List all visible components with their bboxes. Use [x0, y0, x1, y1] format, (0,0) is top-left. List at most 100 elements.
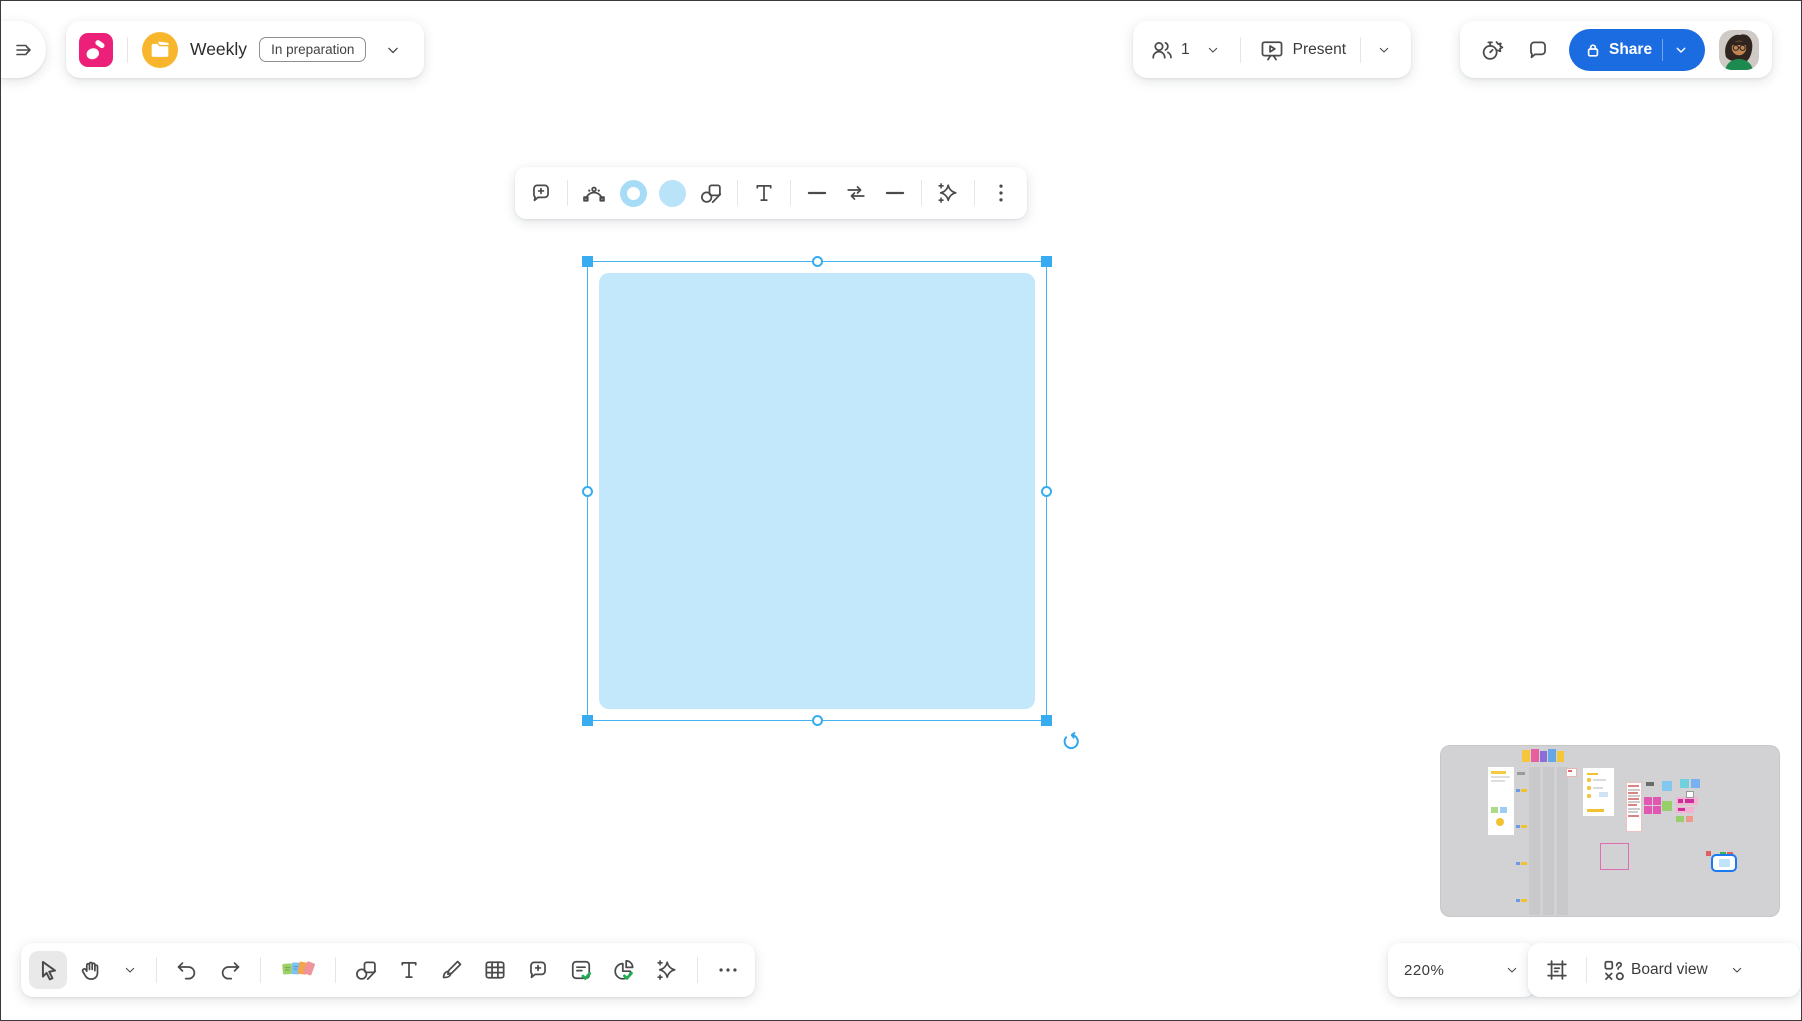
zoom-control[interactable]: 220% — [1388, 943, 1536, 997]
user-avatar[interactable] — [1719, 30, 1759, 70]
minimap-shape — [1644, 806, 1652, 814]
tool-options-button[interactable] — [115, 951, 145, 989]
draw-tool-button[interactable] — [433, 951, 471, 989]
minimap-shape — [1531, 749, 1539, 762]
minimap-shape — [1653, 797, 1661, 805]
view-menu-button[interactable] — [1722, 951, 1752, 989]
app-logo-icon[interactable] — [79, 33, 113, 67]
text-icon — [396, 957, 422, 983]
timer-icon — [1479, 37, 1505, 63]
more-options-button[interactable] — [982, 174, 1020, 212]
more-tools-button[interactable] — [709, 951, 747, 989]
resize-handle-n[interactable] — [812, 256, 823, 267]
view-switcher: Board view — [1528, 943, 1800, 997]
resize-handle-ne[interactable] — [1041, 256, 1052, 267]
share-button[interactable]: Share — [1569, 29, 1705, 71]
minimap-shape — [1522, 750, 1530, 762]
minimap-shape — [1516, 899, 1520, 902]
minimap-shape — [1517, 772, 1525, 775]
frames-button[interactable] — [1538, 951, 1576, 989]
board-view-button[interactable]: Board view — [1597, 951, 1718, 989]
chevron-down-icon — [1729, 962, 1745, 978]
change-shape-button[interactable] — [692, 174, 730, 212]
chevron-down-icon — [1673, 42, 1689, 58]
minimap-shape — [1587, 773, 1598, 775]
minimap-shape — [1540, 751, 1547, 762]
magic-tool-button[interactable] — [648, 951, 686, 989]
present-options-button[interactable] — [1369, 31, 1399, 69]
resize-handle-se[interactable] — [1041, 715, 1052, 726]
toolbar-divider — [790, 180, 791, 206]
border-weight-button[interactable] — [798, 174, 836, 212]
shapes-tool-button[interactable] — [347, 951, 385, 989]
status-badge[interactable]: In preparation — [259, 37, 366, 62]
border-color-button[interactable] — [614, 174, 652, 212]
text-tool-button[interactable] — [390, 951, 428, 989]
lock-icon — [1585, 42, 1601, 58]
resize-handle-w[interactable] — [582, 486, 593, 497]
board-view-label: Board view — [1631, 961, 1708, 979]
tools-toolbar — [21, 943, 755, 997]
text-button[interactable] — [745, 174, 783, 212]
collaborators-menu-button[interactable] — [1198, 31, 1228, 69]
hand-tool-button[interactable] — [72, 951, 110, 989]
minimap-shape — [1628, 815, 1639, 817]
minimap-shape — [1516, 862, 1520, 865]
charts-tool-button[interactable] — [605, 951, 643, 989]
minimap-shape — [1587, 809, 1604, 812]
swap-arrows-icon — [843, 180, 869, 206]
toolbar-divider — [335, 957, 336, 983]
fill-color-swatch — [659, 180, 686, 207]
minimap-shape — [1678, 808, 1685, 811]
toolbar-divider — [567, 180, 568, 206]
project-folder-icon[interactable] — [142, 32, 178, 68]
selected-square-shape[interactable] — [599, 273, 1035, 709]
kebab-menu-icon — [988, 180, 1014, 206]
line-style-button[interactable] — [876, 174, 914, 212]
document-title[interactable]: Weekly — [190, 39, 247, 60]
resize-handle-e[interactable] — [1041, 486, 1052, 497]
notes-tool-button[interactable] — [562, 951, 600, 989]
collaborators-button[interactable]: 1 — [1145, 31, 1196, 69]
document-menu-button[interactable] — [378, 31, 408, 69]
select-tool-button[interactable] — [29, 951, 67, 989]
redo-button[interactable] — [211, 951, 249, 989]
table-tool-button[interactable] — [476, 951, 514, 989]
arrow-type-button[interactable] — [837, 174, 875, 212]
ellipsis-icon — [715, 957, 741, 983]
sticky-notes-button[interactable] — [272, 951, 324, 989]
minimap[interactable] — [1440, 745, 1780, 917]
add-comment-button[interactable] — [522, 174, 560, 212]
edit-points-button[interactable] — [575, 174, 613, 212]
toolbar-divider — [1240, 37, 1241, 63]
sparkle-icon — [935, 180, 961, 206]
comments-button[interactable] — [1519, 31, 1557, 69]
minimap-shape — [1557, 767, 1568, 915]
share-options-button[interactable] — [1663, 42, 1699, 58]
document-header: Weekly In preparation — [66, 21, 424, 78]
resize-handle-nw[interactable] — [582, 256, 593, 267]
present-button[interactable]: Present — [1253, 31, 1352, 69]
minimap-shape — [1628, 795, 1640, 797]
add-comment-tool-button[interactable] — [519, 951, 557, 989]
minimap-shape — [1646, 782, 1654, 786]
minimap-shape — [1599, 792, 1608, 797]
minimap-shape — [1548, 749, 1556, 762]
rotate-handle[interactable] — [1060, 730, 1082, 752]
minimap-shape — [1521, 825, 1527, 828]
minimap-shape — [1521, 789, 1527, 792]
timer-button[interactable] — [1473, 31, 1511, 69]
magic-button[interactable] — [929, 174, 967, 212]
chevron-down-icon — [383, 40, 403, 60]
minimap-shape — [1587, 786, 1591, 790]
undo-button[interactable] — [168, 951, 206, 989]
minimap-shape — [1653, 806, 1661, 814]
minimap-shape — [1491, 780, 1505, 782]
rotate-icon — [1060, 730, 1082, 752]
minimap-viewport[interactable] — [1711, 854, 1737, 872]
brush-icon — [439, 957, 465, 983]
resize-handle-s[interactable] — [812, 715, 823, 726]
resize-handle-sw[interactable] — [582, 715, 593, 726]
sidebar-toggle-button[interactable] — [0, 21, 46, 78]
fill-color-button[interactable] — [653, 174, 691, 212]
